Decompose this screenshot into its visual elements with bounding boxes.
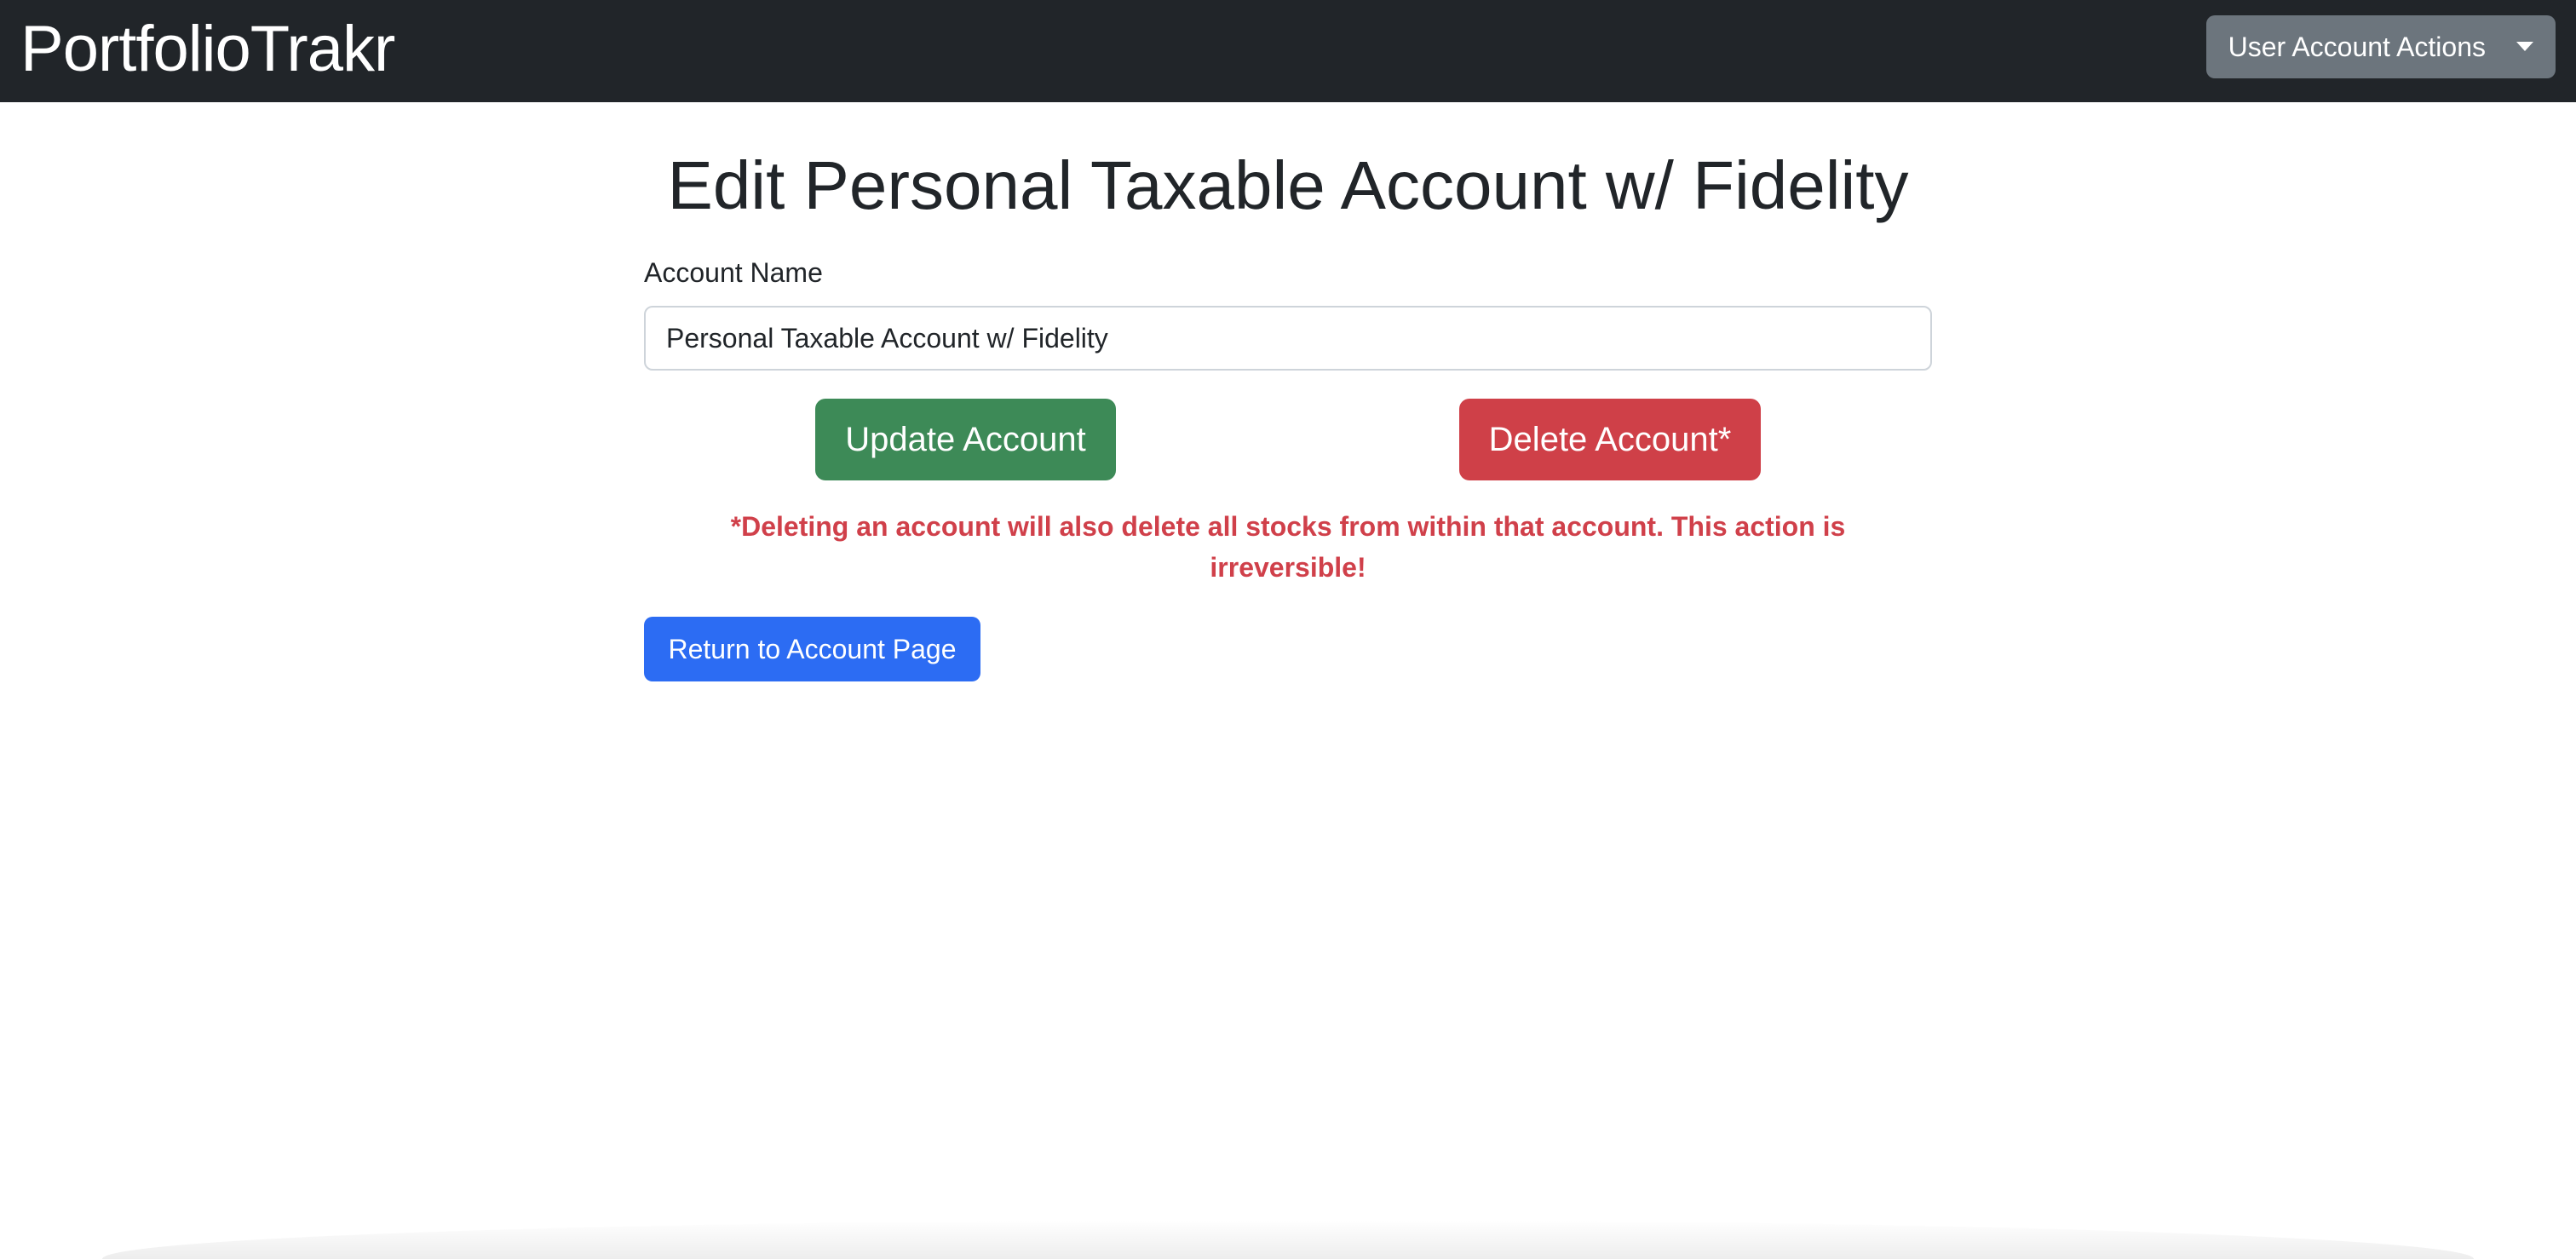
update-account-button[interactable]: Update Account bbox=[815, 399, 1116, 480]
account-name-label: Account Name bbox=[644, 257, 823, 288]
delete-account-button[interactable]: Delete Account* bbox=[1459, 399, 1761, 480]
account-name-input[interactable] bbox=[644, 306, 1932, 371]
user-account-actions-dropdown[interactable]: User Account Actions bbox=[2205, 15, 2556, 78]
return-to-account-page-button[interactable]: Return to Account Page bbox=[644, 617, 980, 681]
bottom-window-shadow bbox=[102, 1220, 2474, 1259]
page-title: Edit Personal Taxable Account w/ Fidelit… bbox=[667, 147, 1909, 223]
brand-logo[interactable]: PortfolioTrakr bbox=[20, 9, 395, 90]
top-navbar: PortfolioTrakr User Account Actions bbox=[0, 0, 2576, 102]
caret-down-icon bbox=[2516, 42, 2533, 51]
delete-warning-text: *Deleting an account will also delete al… bbox=[730, 511, 1846, 583]
user-account-actions-label: User Account Actions bbox=[2228, 32, 2486, 62]
